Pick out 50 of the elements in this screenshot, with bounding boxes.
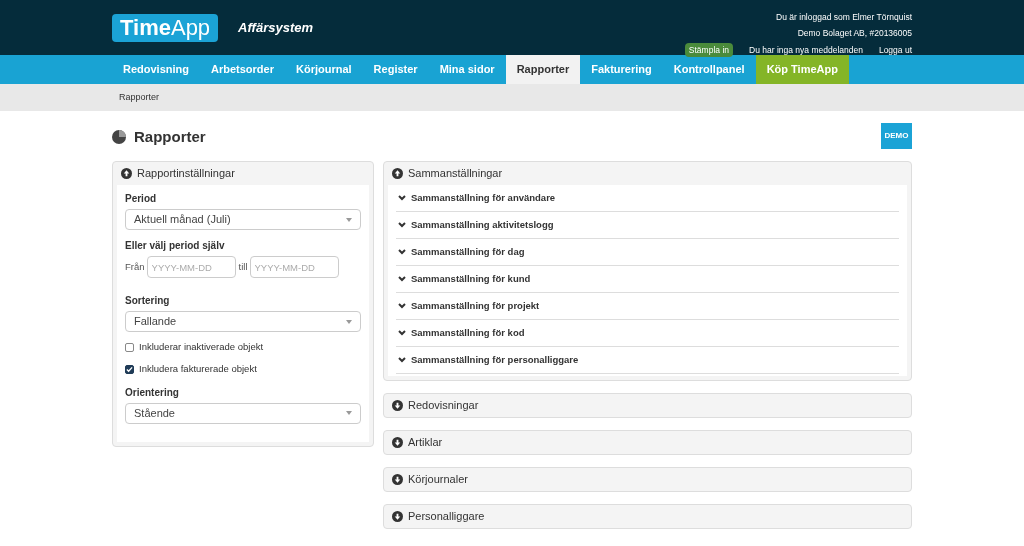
from-label: Från [125, 259, 145, 274]
section-title[interactable]: Redovisningar [408, 397, 479, 414]
field-label: Sortering [125, 294, 171, 308]
nav-tab[interactable]: Rapporter [505, 55, 581, 84]
section-title[interactable]: Personalliggare [408, 508, 485, 525]
checkbox-label: Inkluderar inaktiverade objekt [139, 340, 264, 354]
chevron-down-icon [398, 249, 406, 255]
chevron-down-icon [398, 330, 406, 336]
chevron-down-icon [398, 357, 406, 363]
logout-link[interactable]: Logga ut [878, 43, 912, 57]
date-field[interactable]: YYYY-MM-DD [146, 256, 236, 278]
caret-icon [346, 319, 352, 324]
section-title[interactable]: Artiklar [408, 434, 443, 451]
select-field[interactable]: Aktuell månad (Juli) [125, 209, 361, 230]
report-item[interactable]: Sammanställning aktivitetslogg [396, 212, 899, 239]
company-text: Demo Bolaget AB, #20136005 [797, 26, 912, 40]
demo-badge: DEMO [881, 123, 912, 149]
report-item[interactable]: Sammanställning för personalliggare [396, 347, 899, 374]
page-title: Rapporter [134, 127, 206, 147]
section-title[interactable]: Sammanställningar [408, 165, 503, 182]
date-field[interactable]: YYYY-MM-DD [249, 256, 339, 278]
report-item[interactable]: Sammanställning för kund [396, 266, 899, 293]
chevron-down-icon [398, 303, 406, 309]
logo: TimeApp [112, 13, 219, 42]
panel-title[interactable]: Rapportinställningar [137, 165, 235, 182]
report-item[interactable]: Sammanställning för kod [396, 320, 899, 347]
to-label: till [238, 259, 248, 274]
field-label: Period [125, 192, 158, 206]
breadcrumb[interactable]: Rapporter [119, 90, 160, 105]
app-subtitle: Affärsystem [238, 18, 314, 37]
stamp-button[interactable]: Stämpla in [684, 42, 733, 58]
select-field[interactable]: Fallande [125, 311, 361, 332]
checkbox[interactable] [125, 364, 134, 374]
field-label: Orientering [125, 385, 180, 400]
chevron-down-icon [398, 222, 406, 228]
report-item[interactable]: Sammanställning för projekt [396, 293, 899, 320]
chevron-down-icon [398, 195, 406, 201]
checkbox-label: Inkludera fakturerade objekt [139, 362, 257, 377]
checkbox[interactable] [125, 342, 134, 352]
chevron-down-icon [398, 276, 406, 282]
user-text: Du är inloggad som Elmer Törnquist [776, 11, 912, 24]
caret-icon [346, 217, 352, 222]
section-title[interactable]: Körjournaler [408, 471, 468, 488]
messages-link[interactable]: Du har inga nya meddelanden [749, 43, 863, 57]
pie-chart-icon [112, 130, 126, 145]
caret-icon [346, 411, 352, 415]
field-label: Eller välj period själv [125, 239, 226, 253]
report-item[interactable]: Sammanställning för dag [396, 239, 899, 266]
select-field[interactable]: Stående [125, 402, 361, 424]
report-item[interactable]: Sammanställning för användare [396, 185, 899, 212]
